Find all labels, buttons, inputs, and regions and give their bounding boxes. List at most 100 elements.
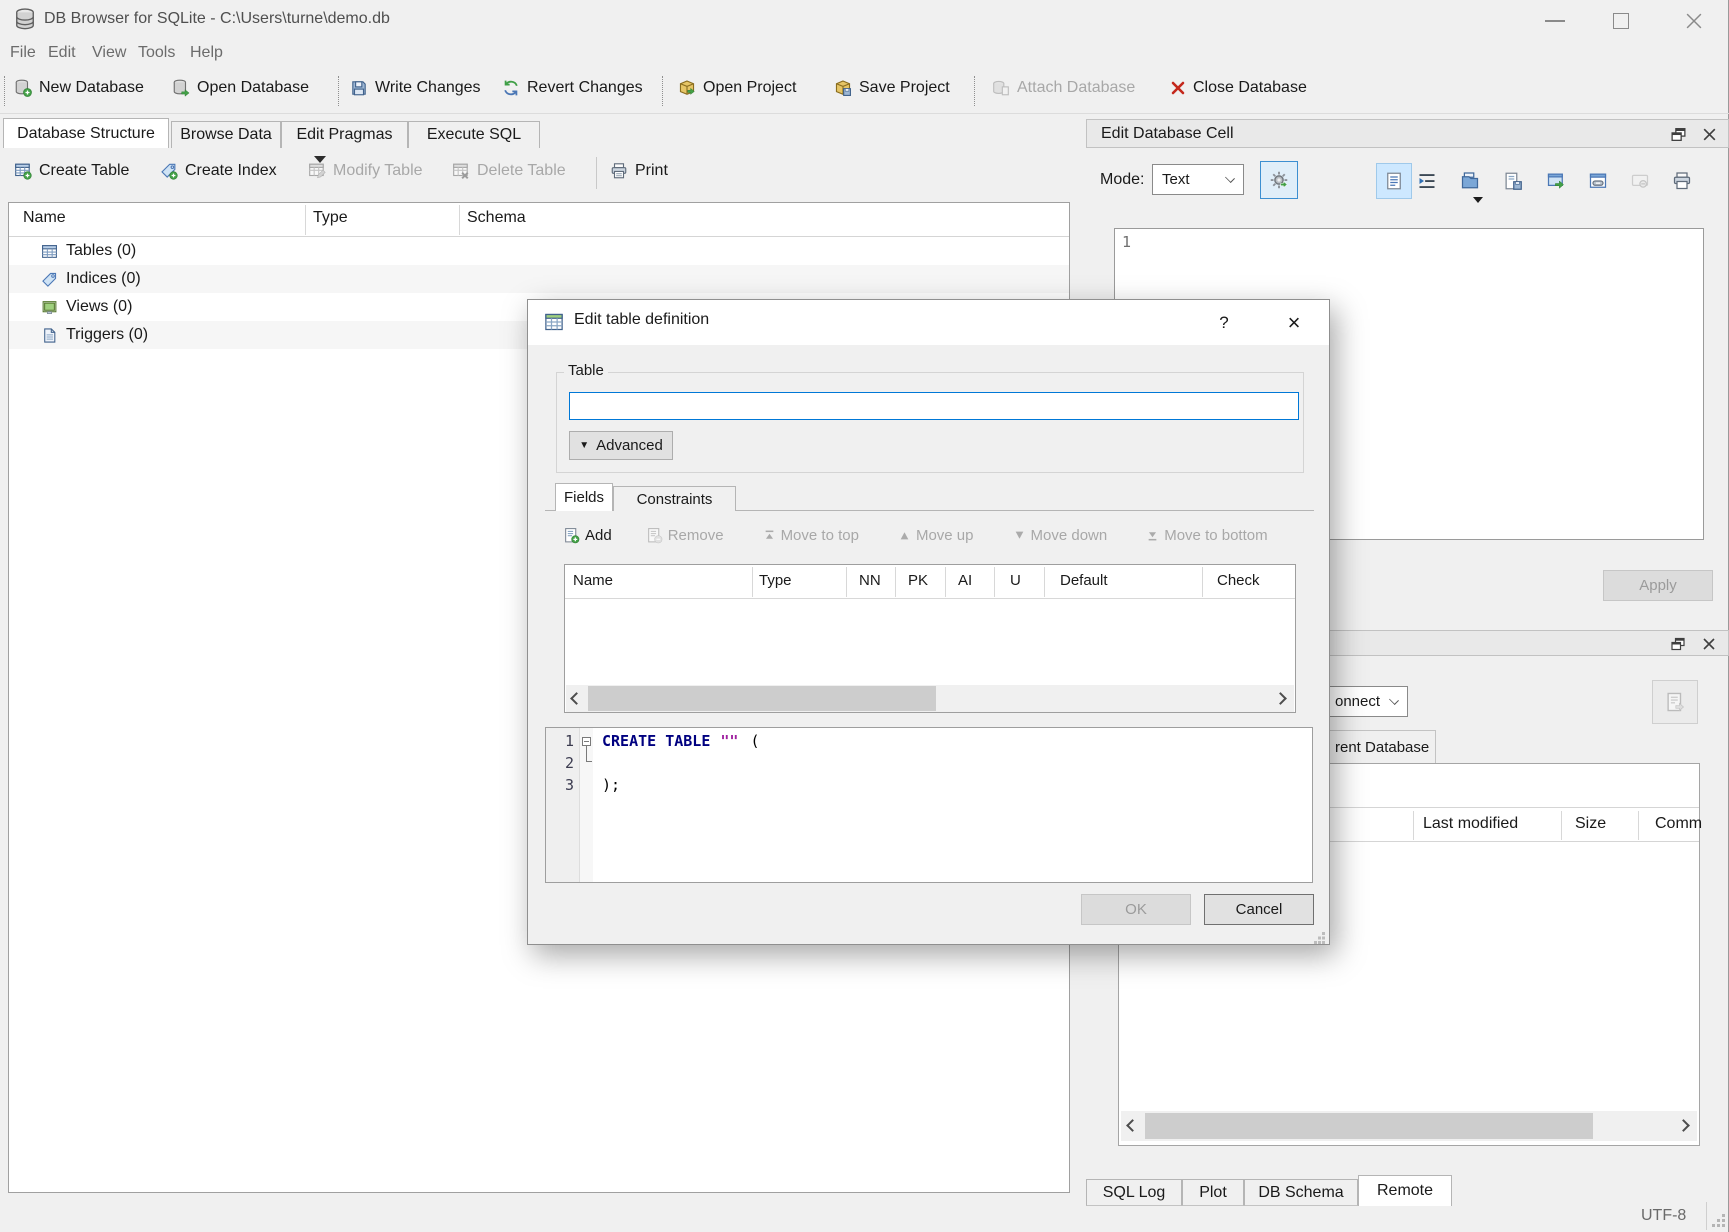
tab-execute-sql[interactable]: Execute SQL bbox=[408, 121, 540, 148]
dialog-resize-grip-icon[interactable] bbox=[1314, 932, 1326, 944]
modify-table-label: Modify Table bbox=[333, 162, 423, 180]
new-database-button[interactable]: New Database bbox=[14, 79, 144, 97]
tab-sql-log[interactable]: SQL Log bbox=[1086, 1179, 1182, 1206]
remote-horizontal-scrollbar[interactable] bbox=[1121, 1111, 1697, 1141]
tab-edit-pragmas[interactable]: Edit Pragmas bbox=[281, 121, 408, 148]
menu-edit[interactable]: Edit bbox=[48, 44, 76, 62]
scroll-left-icon[interactable] bbox=[1126, 1119, 1139, 1132]
toolbar-separator bbox=[338, 76, 339, 106]
table-name-input[interactable] bbox=[569, 392, 1299, 420]
column-size[interactable]: Size bbox=[1575, 815, 1606, 833]
scrollbar-thumb[interactable] bbox=[1145, 1113, 1593, 1139]
dock-close-icon[interactable] bbox=[1701, 636, 1717, 652]
close-button[interactable] bbox=[1684, 11, 1704, 31]
move-to-bottom-button: Move to bottom bbox=[1164, 527, 1267, 544]
import-dropdown-arrow[interactable] bbox=[1473, 197, 1483, 203]
dialog-title-bar[interactable]: Edit table definition ? × bbox=[528, 300, 1329, 345]
col-ai[interactable]: AI bbox=[958, 572, 972, 589]
text-mode-button[interactable] bbox=[1376, 163, 1412, 199]
scrollbar-thumb[interactable] bbox=[588, 686, 936, 711]
fields-horizontal-scrollbar[interactable] bbox=[566, 685, 1294, 712]
tree-row-tables[interactable]: Tables (0) bbox=[9, 237, 1069, 265]
sql-paren: ( bbox=[750, 732, 759, 750]
column-commit[interactable]: Comm bbox=[1655, 815, 1702, 833]
dock-close-icon[interactable] bbox=[1701, 126, 1718, 143]
fields-grid: Name Type NN PK AI U Default Check bbox=[564, 564, 1296, 713]
col-nn[interactable]: NN bbox=[859, 572, 881, 589]
tab-constraints[interactable]: Constraints bbox=[613, 486, 736, 511]
cancel-button[interactable]: Cancel bbox=[1204, 894, 1314, 925]
delete-table-button: Delete Table bbox=[452, 162, 566, 180]
line-number: 2 bbox=[546, 754, 574, 772]
tree-column-schema[interactable]: Schema bbox=[467, 209, 526, 227]
maximize-button[interactable] bbox=[1613, 13, 1629, 29]
scroll-left-icon[interactable] bbox=[570, 692, 583, 705]
col-name[interactable]: Name bbox=[573, 572, 613, 589]
word-wrap-icon[interactable] bbox=[1417, 171, 1437, 191]
dock-float-icon[interactable] bbox=[1670, 636, 1686, 652]
minimize-button[interactable] bbox=[1545, 20, 1565, 22]
scroll-right-icon[interactable] bbox=[1274, 692, 1287, 705]
url-link-icon[interactable] bbox=[1588, 171, 1608, 191]
open-in-window-icon[interactable] bbox=[1546, 171, 1566, 191]
col-type[interactable]: Type bbox=[759, 572, 792, 589]
menu-view[interactable]: View bbox=[92, 44, 126, 62]
menu-tools[interactable]: Tools bbox=[138, 44, 175, 62]
column-last-modified[interactable]: Last modified bbox=[1423, 815, 1518, 833]
save-project-button[interactable]: Save Project bbox=[834, 79, 950, 97]
open-project-label: Open Project bbox=[703, 79, 796, 97]
mode-label: Mode: bbox=[1100, 171, 1144, 189]
dialog-close-button[interactable]: × bbox=[1264, 300, 1324, 345]
tab-label: Browse Data bbox=[180, 126, 272, 144]
tab-browse-data[interactable]: Browse Data bbox=[171, 121, 281, 148]
edit-table-definition-dialog: Edit table definition ? × Table ▼ Advanc… bbox=[527, 299, 1330, 945]
import-data-icon[interactable] bbox=[1460, 171, 1480, 191]
tab-label: Constraints bbox=[637, 491, 713, 508]
mode-select[interactable]: Text bbox=[1152, 164, 1244, 195]
line-number: 3 bbox=[546, 776, 574, 794]
col-u[interactable]: U bbox=[1010, 572, 1021, 589]
sql-line-3[interactable]: ); bbox=[602, 776, 620, 794]
tree-column-name[interactable]: Name bbox=[23, 209, 66, 227]
menu-help[interactable]: Help bbox=[190, 44, 223, 62]
export-data-icon[interactable] bbox=[1503, 171, 1523, 191]
column-divider bbox=[945, 567, 946, 597]
remove-field-icon bbox=[646, 527, 663, 544]
dock-float-icon[interactable] bbox=[1670, 126, 1687, 143]
menu-file[interactable]: File bbox=[10, 44, 36, 62]
tab-plot[interactable]: Plot bbox=[1182, 1179, 1244, 1206]
scroll-right-icon[interactable] bbox=[1677, 1119, 1690, 1132]
open-database-button[interactable]: Open Database bbox=[172, 79, 309, 97]
tree-row-indices[interactable]: Indices (0) bbox=[9, 265, 1069, 293]
write-changes-button[interactable]: Write Changes bbox=[350, 79, 481, 97]
print-button[interactable]: Print bbox=[610, 162, 668, 180]
fold-collapse-icon[interactable] bbox=[582, 737, 591, 746]
import-settings-button[interactable] bbox=[1260, 161, 1298, 199]
tab-remote[interactable]: Remote bbox=[1358, 1175, 1452, 1206]
advanced-button[interactable]: ▼ Advanced bbox=[569, 431, 673, 460]
create-table-button[interactable]: Create Table bbox=[14, 162, 129, 180]
close-database-button[interactable]: Close Database bbox=[1170, 79, 1307, 97]
col-check[interactable]: Check bbox=[1217, 572, 1260, 589]
tab-db-schema[interactable]: DB Schema bbox=[1244, 1179, 1358, 1206]
dialog-help-button[interactable]: ? bbox=[1194, 300, 1254, 345]
create-index-button[interactable]: Create Index bbox=[160, 162, 277, 180]
status-divider bbox=[1706, 1202, 1707, 1230]
col-default[interactable]: Default bbox=[1060, 572, 1108, 589]
add-field-button[interactable]: Add bbox=[585, 527, 612, 544]
tab-fields[interactable]: Fields bbox=[555, 483, 613, 511]
resize-grip-icon[interactable] bbox=[1712, 1214, 1726, 1228]
sql-line-1[interactable]: CREATE TABLE""( bbox=[602, 732, 759, 750]
status-encoding[interactable]: UTF-8 bbox=[1641, 1207, 1686, 1225]
sql-keyword: CREATE TABLE bbox=[602, 732, 710, 750]
gear-icon bbox=[1269, 170, 1289, 190]
col-pk[interactable]: PK bbox=[908, 572, 928, 589]
open-project-button[interactable]: Open Project bbox=[678, 79, 796, 97]
apply-button: Apply bbox=[1603, 570, 1713, 601]
save-project-icon bbox=[834, 79, 852, 97]
tree-column-type[interactable]: Type bbox=[313, 209, 348, 227]
tab-database-structure[interactable]: Database Structure bbox=[3, 118, 169, 148]
revert-changes-button[interactable]: Revert Changes bbox=[502, 79, 643, 97]
column-divider bbox=[994, 567, 995, 597]
print-cell-icon[interactable] bbox=[1672, 171, 1692, 191]
